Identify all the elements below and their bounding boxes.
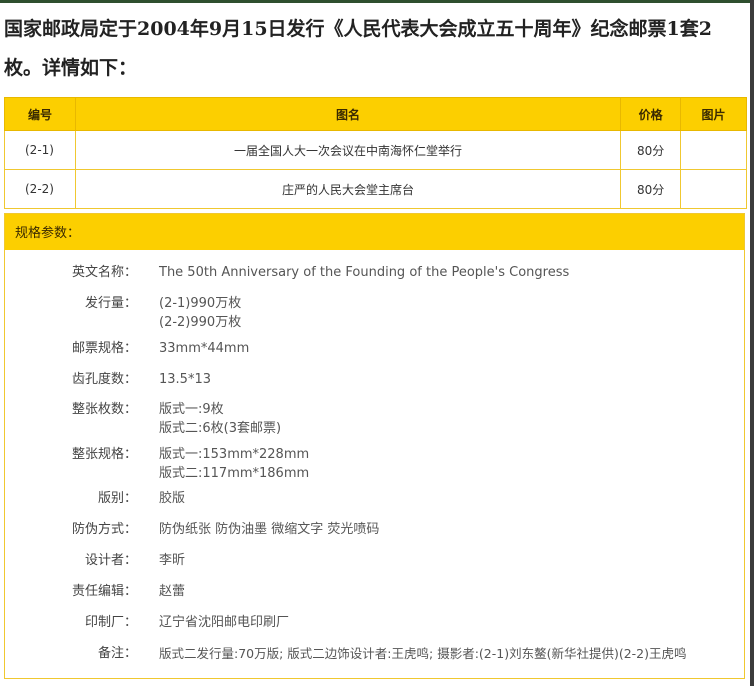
spec-value: 赵蕾 (159, 584, 186, 599)
spec-value: 防伪纸张 防伪油墨 微缩文字 荧光喷码 (159, 522, 380, 537)
spec-label: 版别： (97, 491, 137, 506)
stamp-code: (2-1) (4, 130, 76, 170)
spec-label: 邮票规格： (71, 341, 137, 356)
spec-value: 版式二:117mm*186mm (159, 466, 310, 481)
stamp-code: (2-2) (4, 169, 76, 209)
spec-value: The 50th Anniversary of the Founding of … (159, 265, 570, 280)
stamp-image-cell (680, 169, 747, 209)
stamp-name: 一届全国人大一次会议在中南海怀仁堂举行 (74, 130, 622, 170)
spec-value: 版式一:153mm*228mm (159, 447, 310, 462)
spec-label: 责任编辑： (71, 584, 137, 599)
spec-label: 整张规格： (71, 447, 137, 462)
stamp-price: 80分 (620, 169, 682, 209)
spec-value: (2-2)990万枚 (159, 315, 242, 330)
spec-value: (2-1)990万枚 (159, 296, 242, 311)
scrollbar-edge (750, 0, 754, 686)
spec-label: 英文名称： (71, 265, 137, 280)
spec-label: 防伪方式： (71, 522, 137, 537)
table-row: (2-2) 庄严的人民大会堂主席台 80分 (4, 169, 747, 209)
stamps-table: 编号 图名 价格 图片 (2-1) 一届全国人大一次会议在中南海怀仁堂举行 80… (4, 97, 747, 209)
spec-value: 版式二发行量:70万版; 版式二边饰设计者:王虎鸣; 摄影者:(2-1)刘东鳌(… (159, 646, 687, 661)
page-headline: 国家邮政局定于2004年9月15日发行《人民代表大会成立五十周年》纪念邮票1套2… (4, 18, 712, 79)
spec-label: 齿孔度数： (71, 372, 137, 387)
spec-value: 版式一:9枚 (159, 402, 224, 417)
spec-label: 发行量： (84, 296, 137, 311)
top-border (0, 0, 754, 3)
spec-value: 辽宁省沈阳邮电印刷厂 (159, 615, 290, 630)
spec-value: 版式二:6枚(3套邮票) (159, 421, 282, 436)
header-image: 图片 (680, 97, 747, 131)
stamp-name: 庄严的人民大会堂主席台 (74, 169, 622, 209)
specs-title: 规格参数： (5, 214, 744, 250)
stamp-image-cell (680, 130, 747, 170)
spec-label: 印制厂： (84, 615, 137, 630)
spec-value: 13.5*13 (159, 372, 211, 387)
spec-label: 设计者： (84, 553, 137, 568)
specs-panel: 规格参数： 英文名称： The 50th Anniversary of the … (4, 213, 745, 679)
header-price: 价格 (620, 97, 682, 131)
table-header-row: 编号 图名 价格 图片 (4, 97, 747, 131)
header-code: 编号 (4, 97, 76, 131)
spec-value: 胶版 (159, 491, 186, 506)
spec-label: 备注： (97, 646, 137, 661)
stamp-price: 80分 (620, 130, 682, 170)
header-name: 图名 (74, 97, 622, 131)
spec-label: 整张枚数： (71, 402, 137, 417)
spec-value: 33mm*44mm (159, 341, 250, 356)
spec-value: 李昕 (159, 553, 186, 568)
table-row: (2-1) 一届全国人大一次会议在中南海怀仁堂举行 80分 (4, 130, 747, 170)
